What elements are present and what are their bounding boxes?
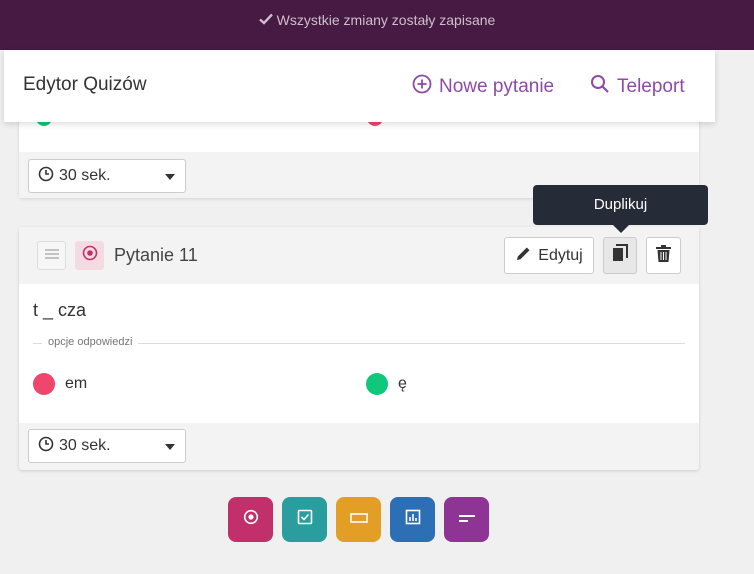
checkbox-icon	[297, 509, 313, 530]
radio-icon	[243, 509, 259, 530]
check-icon	[258, 0, 273, 40]
clock-icon	[38, 436, 54, 457]
plus-circle-icon	[412, 74, 432, 100]
edit-button[interactable]: Edytuj	[504, 237, 594, 274]
drag-handle[interactable]	[37, 241, 66, 270]
add-poll-button[interactable]	[390, 497, 435, 542]
save-status-text: Wszystkie zmiany zostały zapisane	[276, 12, 496, 28]
drag-handle-icon	[44, 247, 59, 265]
timer-value: 30 sek.	[59, 437, 111, 454]
copy-icon	[612, 244, 628, 267]
clock-icon	[38, 166, 54, 187]
add-open-text-button[interactable]	[336, 497, 381, 542]
answer-option: ę	[366, 373, 407, 395]
page-title: Edytor Quizów	[23, 74, 147, 95]
bar-chart-icon	[405, 509, 421, 530]
text-field-icon	[349, 511, 368, 529]
new-question-button[interactable]: Nowe pytanie	[412, 74, 554, 100]
duplicate-tooltip: Duplikuj	[533, 185, 708, 233]
new-question-label: Nowe pytanie	[439, 76, 555, 97]
delete-button[interactable]	[646, 237, 681, 274]
timer-select[interactable]: 30 sek.	[28, 159, 186, 193]
pencil-icon	[515, 245, 532, 267]
answer-text: ę	[398, 375, 407, 392]
answer-color-dot	[33, 373, 55, 395]
search-icon	[590, 74, 610, 100]
question-text: t _ cza	[33, 300, 87, 320]
save-status-bar: Wszystkie zmiany zostały zapisane	[0, 0, 754, 50]
question-card: Pytanie 11 Edytuj t _ cza opcje odpowied…	[19, 227, 699, 470]
duplicate-button[interactable]	[603, 237, 637, 274]
answer-text: em	[65, 375, 88, 392]
add-single-choice-button[interactable]	[228, 497, 273, 542]
chevron-down-icon	[165, 174, 175, 180]
question-footer: 30 sek.	[19, 423, 699, 470]
radio-icon	[82, 245, 98, 266]
question-label: Pytanie 11	[114, 245, 198, 265]
add-multiple-choice-button[interactable]	[282, 497, 327, 542]
edit-label: Edytuj	[538, 246, 583, 264]
timer-value: 30 sek.	[59, 167, 111, 184]
add-fill-blank-button[interactable]	[444, 497, 489, 542]
answer-options-label: opcje odpowiedzi	[42, 336, 139, 348]
question-card-header: Pytanie 11 Edytuj	[19, 227, 699, 284]
timer-select[interactable]: 30 sek.	[28, 429, 186, 463]
trash-icon	[656, 244, 671, 267]
answer-color-dot	[366, 373, 388, 395]
text-lines-icon	[457, 511, 477, 529]
question-type-badge	[75, 241, 104, 270]
teleport-button[interactable]: Teleport	[590, 74, 685, 100]
editor-header: Edytor Quizów Nowe pytanie Teleport	[4, 50, 715, 122]
teleport-label: Teleport	[617, 76, 685, 97]
chevron-down-icon	[165, 444, 175, 450]
answer-option: em	[33, 373, 87, 395]
add-question-toolbar	[228, 497, 489, 542]
